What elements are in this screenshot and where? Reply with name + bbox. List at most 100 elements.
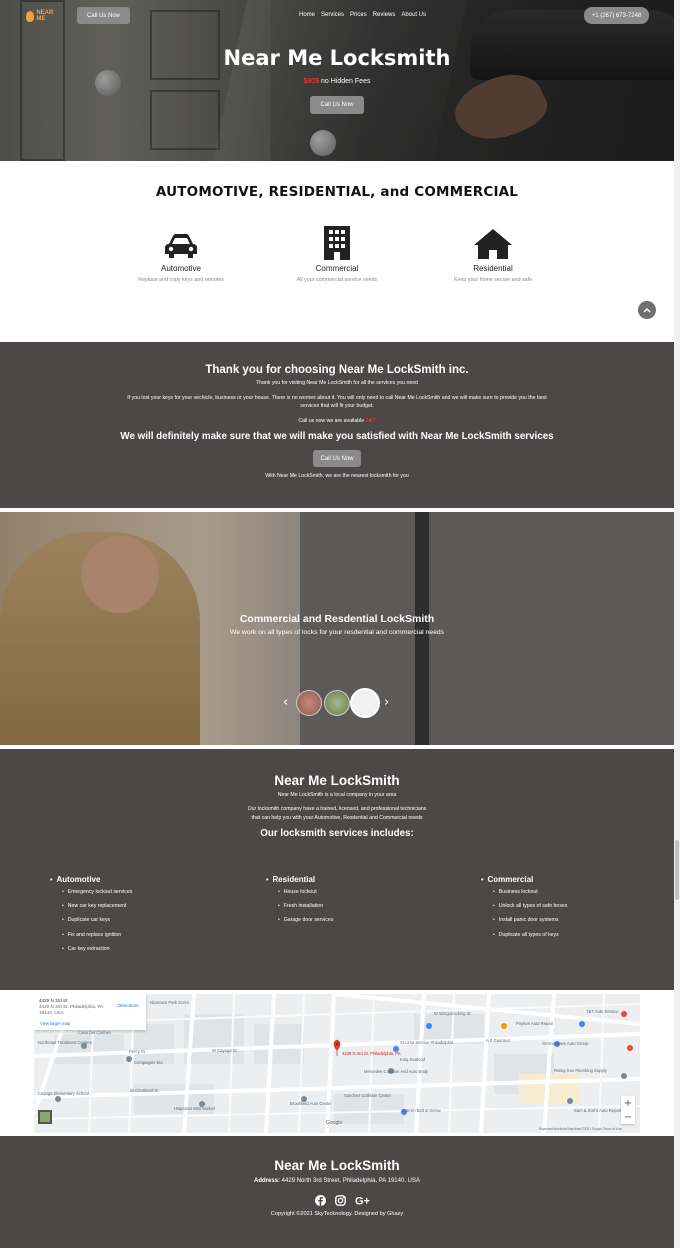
map-place-label: Cayuga Elementary School	[38, 1091, 89, 1096]
call-us-top-button[interactable]: Call Us Now	[77, 7, 130, 24]
column-title: Commercial	[481, 875, 661, 884]
map-place-label: T&T Auto Service	[586, 1009, 619, 1014]
thanks-line2b: services that will fit your budget.	[300, 403, 374, 409]
about-line3: that can help you with your Automotive, …	[251, 815, 423, 821]
directions-link[interactable]: Directions	[118, 1003, 138, 1008]
map-place-label: Sanchez Collision Center	[344, 1093, 392, 1098]
svg-text:G+: G+	[355, 1196, 370, 1207]
list-item: Install panic door systems	[493, 917, 661, 931]
list-item: Duplicate car keys	[62, 917, 230, 931]
hero-price-line: $80$ no Hidden Fees	[0, 78, 674, 85]
carousel-prev-button[interactable]: ‹	[283, 695, 288, 710]
map-street-label: W Cayuga St	[212, 1048, 237, 1053]
map-place-label: Northeast Treatment Centers	[38, 1040, 92, 1045]
site-logo[interactable]: NEAR ME	[26, 8, 62, 24]
social-links: G+	[315, 1191, 371, 1210]
scrollbar-thumb[interactable]	[675, 840, 679, 900]
services-column-commercial: Commercial Business lockout Unlock all t…	[481, 875, 661, 946]
services-title: AUTOMOTIVE, RESIDENTIAL, and COMMERCIAL	[155, 184, 519, 200]
facebook-icon[interactable]	[315, 1191, 326, 1210]
nav-reviews[interactable]: Reviews	[373, 12, 396, 18]
service-desc: Keep your home secure and safe	[453, 277, 533, 283]
thanks-call-button[interactable]: Call Us Now	[313, 450, 361, 467]
list-item: Emergency lockout services	[62, 889, 230, 903]
list-item: Duplicate all types of keys	[493, 932, 661, 946]
address-label: Address:	[254, 1178, 281, 1184]
available-text: Call us now we are available	[298, 418, 366, 424]
view-larger-map-link[interactable]: View larger map	[40, 1021, 70, 1026]
car-icon	[101, 226, 261, 260]
list-item: New car key replacement	[62, 903, 230, 917]
about-section: Near Me LockSmith Near Me LockSmith is a…	[0, 749, 674, 990]
instagram-icon[interactable]	[335, 1191, 346, 1210]
map-street-label: W Wingohocking St	[434, 1011, 471, 1016]
thanks-footer-line: With Near Me LockSmith, we are the neare…	[265, 473, 409, 479]
copyright-text: Copyright ©2021 SkyTecknology. Designed …	[270, 1211, 404, 1217]
map-street-label: W Courtland St	[130, 1088, 159, 1093]
about-line2: Our locksmith company have a trained, li…	[247, 806, 427, 812]
hero-title: Near Me Locksmith	[223, 46, 451, 70]
nav-about-us[interactable]: About Us	[401, 12, 426, 18]
list-item: Fix and replace ignition	[62, 932, 230, 946]
map-place-label: A Z Gourmet	[486, 1038, 510, 1043]
services-column-automotive: Automotive Emergency lockout services Ne…	[50, 875, 230, 960]
image-carousel: Commercial and Resdential LockSmith We w…	[0, 512, 674, 745]
carousel-thumbnail[interactable]	[324, 690, 350, 716]
google-map-embed[interactable]: 4429 N 3rd St 4429 N 3rd St, Philadelphi…	[34, 994, 640, 1133]
google-plus-icon[interactable]: G+	[355, 1191, 371, 1210]
map-place-label: King Seafood	[400, 1057, 426, 1062]
service-desc: Replace and copy keys and remotes	[138, 277, 224, 283]
column-title: Automotive	[50, 875, 230, 884]
list-item: Unlock all types of safe boxes	[493, 903, 661, 917]
map-street-label: Percy St	[129, 1049, 145, 1054]
list-item: Garage door services	[278, 917, 446, 931]
home-icon	[413, 226, 573, 260]
page-scrollbar[interactable]	[674, 0, 680, 1248]
hero-section: NEAR ME Call Us Now Home Services Prices…	[0, 0, 674, 161]
map-full-address: 4429 N 3rd St, Philadelphia, PA 19140, U…	[39, 1004, 104, 1015]
column-title: Residential	[266, 875, 446, 884]
hero-call-button[interactable]: Call Us Now	[310, 96, 364, 114]
footer-title: Near Me LockSmith	[274, 1158, 400, 1173]
carousel-subtitle: We work on all types of locks for your r…	[229, 629, 445, 636]
list-item: Car key extraction	[62, 946, 230, 960]
about-subtitle: Our locksmith services includes:	[260, 828, 414, 839]
map-place-label: Rising Sun Plumbing Supply	[554, 1068, 607, 1073]
list-item: Business lockout	[493, 889, 661, 903]
map-zoom-in-button[interactable]: +	[621, 1096, 635, 1110]
address-text: 4429 North 3rd Street, Philadelphia, PA …	[280, 1178, 420, 1184]
carousel-title: Commercial and Resdential LockSmith	[239, 613, 435, 625]
carousel-thumbnail-active[interactable]	[350, 688, 380, 718]
map-place-label: Compagnie Kia	[134, 1060, 163, 1065]
thanks-title: Thank you for choosing Near Me LockSmith…	[205, 364, 469, 376]
lock-logo-icon	[26, 10, 35, 22]
main-nav: Home Services Prices Reviews About Us	[299, 12, 426, 18]
hero-no-fees: no Hidden Fees	[319, 78, 371, 85]
scroll-to-top-button[interactable]	[638, 301, 656, 319]
map-place-label: Germantown Auto Group	[542, 1041, 589, 1046]
map-street-label: Nicetown Park Scrim	[150, 1000, 189, 1005]
about-line1: Near Me LockSmith is a local company in …	[277, 792, 397, 798]
map-place-label: Sam & Son's Auto Repair	[574, 1108, 622, 1113]
map-zoom-out-button[interactable]: −	[621, 1110, 635, 1124]
nav-home[interactable]: Home	[299, 12, 315, 18]
service-automotive: Automotive Replace and copy keys and rem…	[101, 226, 261, 283]
service-name: Automotive	[160, 264, 202, 273]
map-place-label: Pepitos Auto Repair	[516, 1021, 554, 1026]
service-desc: All your commercial service needs	[296, 277, 378, 283]
phone-button[interactable]: +1 (267) 673-7248	[584, 7, 649, 24]
service-name: Residential	[473, 264, 513, 273]
carousel-thumbnail[interactable]	[296, 690, 322, 716]
carousel-next-button[interactable]: ›	[384, 695, 389, 710]
services-column-residential: Residential House lockout Fresh installa…	[266, 875, 446, 932]
list-item: House lockout	[278, 889, 446, 903]
thank-you-section: Thank you for choosing Near Me LockSmith…	[0, 342, 674, 508]
map-place-label: Brookfield Auto Center	[290, 1101, 332, 1106]
map-attribution[interactable]: Keyboard shortcuts Map data ©2021 Google…	[539, 1127, 622, 1131]
chevron-up-icon	[643, 307, 651, 313]
nav-prices[interactable]: Prices	[350, 12, 367, 18]
service-name: Commercial	[315, 264, 359, 273]
nav-services[interactable]: Services	[321, 12, 344, 18]
site-footer: Near Me LockSmith Address: 4429 North 3r…	[0, 1136, 674, 1248]
map-place-label: Warren Bolt & Screw	[402, 1108, 441, 1113]
